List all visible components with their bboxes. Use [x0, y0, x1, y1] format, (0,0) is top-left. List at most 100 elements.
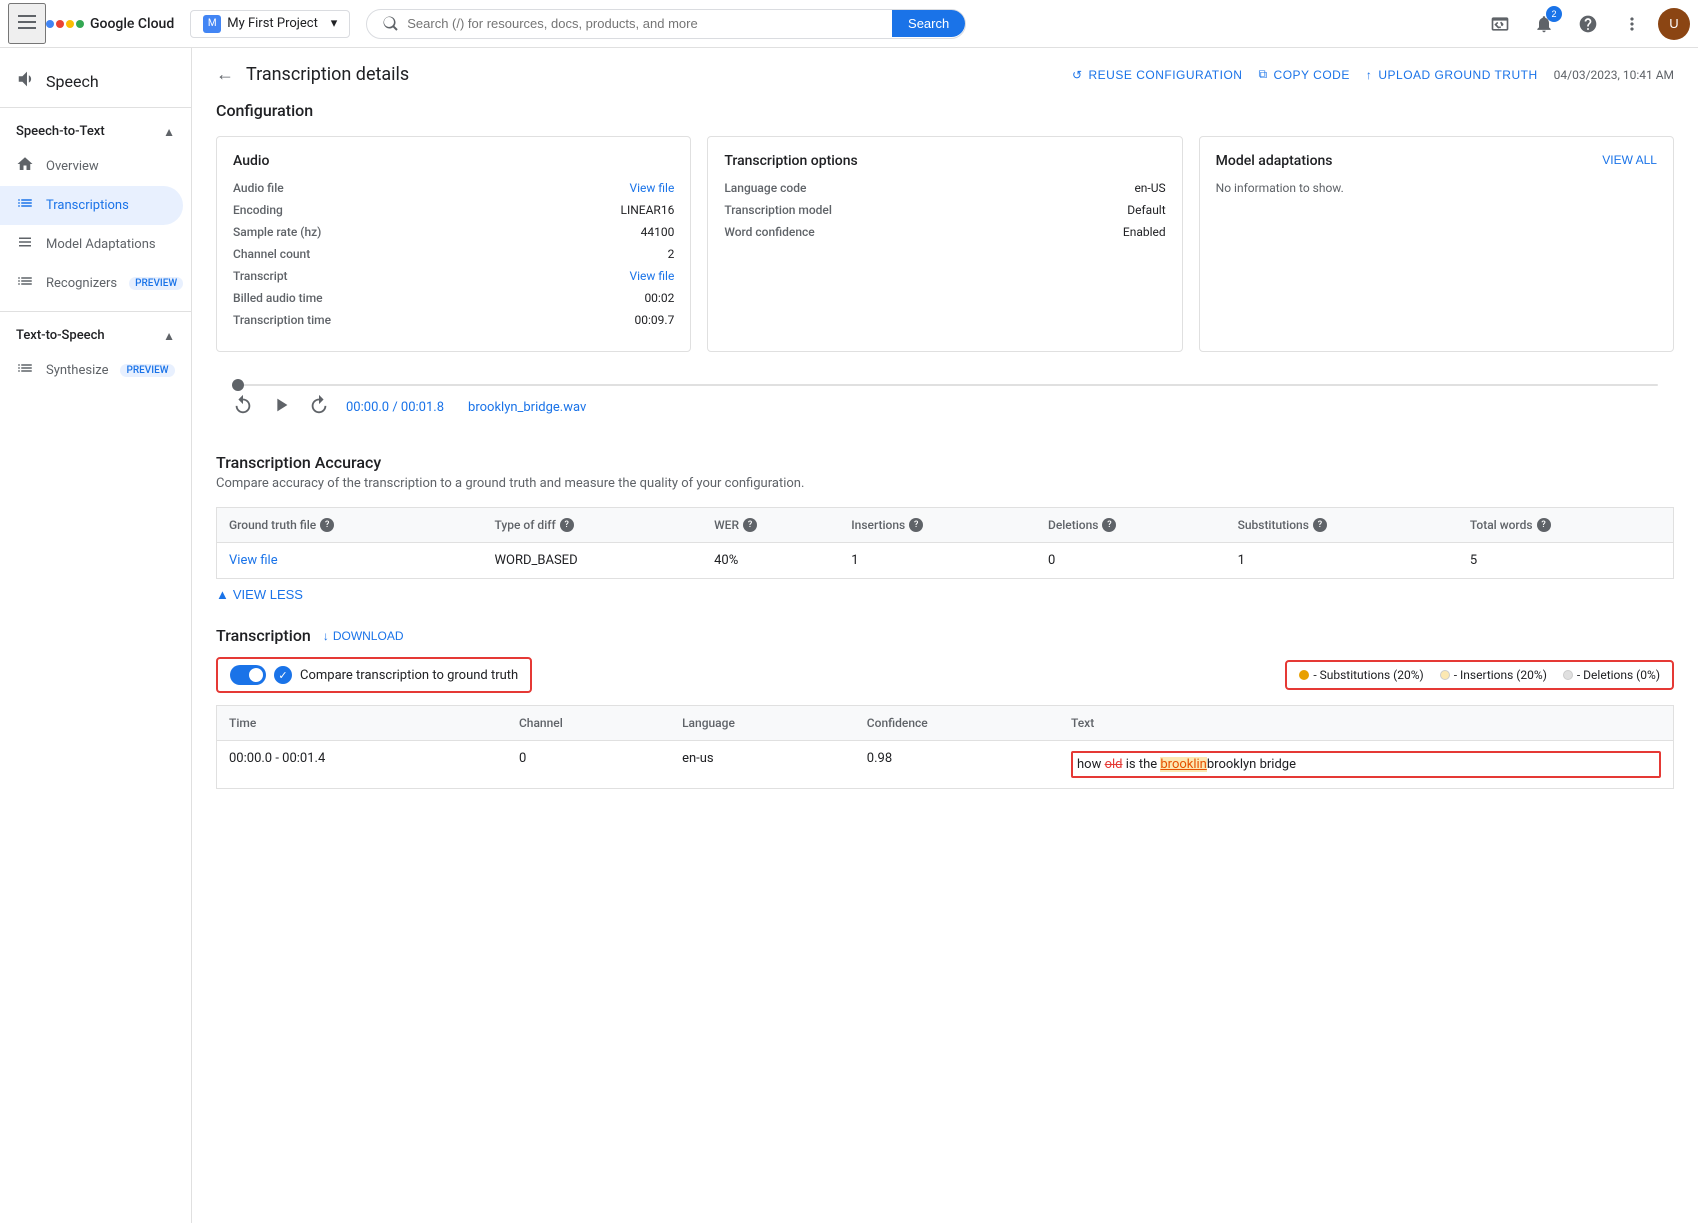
- th-channel: Channel: [507, 706, 670, 741]
- deletions-help-icon[interactable]: ?: [1102, 518, 1116, 532]
- accuracy-deletions: 0: [1036, 543, 1226, 579]
- project-selector[interactable]: M My First Project ▾: [190, 10, 350, 38]
- user-avatar[interactable]: U: [1658, 8, 1690, 40]
- text-to-speech-label: Text-to-Speech: [16, 328, 105, 343]
- tts-section-collapse-icon: ▲: [163, 329, 175, 343]
- transcript-label: Transcript: [233, 269, 288, 283]
- page-header: ← Transcription details ↺ REUSE CONFIGUR…: [216, 64, 1674, 85]
- compare-row: ✓ Compare transcription to ground truth …: [216, 657, 1674, 693]
- transcription-options-card: Transcription options Language code en-U…: [707, 136, 1182, 352]
- view-less-button[interactable]: ▲ VIEW LESS: [216, 587, 303, 602]
- view-all-button[interactable]: VIEW ALL: [1602, 153, 1657, 167]
- sidebar-app-name: Speech: [46, 72, 99, 91]
- rewind-button[interactable]: [232, 394, 254, 421]
- copy-code-btn[interactable]: ⧉ COPY CODE: [1258, 67, 1349, 82]
- play-button[interactable]: [270, 394, 292, 421]
- th-type-of-diff: Type of diff ?: [483, 508, 703, 543]
- ground-truth-help-icon[interactable]: ?: [320, 518, 334, 532]
- toggle-slider: [230, 665, 266, 685]
- view-less-icon: ▲: [216, 587, 229, 602]
- reuse-label: REUSE CONFIGURATION: [1089, 68, 1243, 82]
- search-icon: [383, 16, 399, 32]
- config-row-transcript: Transcript View file: [233, 269, 674, 283]
- google-cloud-logo: Google Cloud: [46, 16, 174, 32]
- row-channel: 0: [507, 741, 670, 789]
- text-brooklyn: brooklyn: [1207, 757, 1257, 772]
- total-words-help-icon[interactable]: ?: [1537, 518, 1551, 532]
- view-less-label: VIEW LESS: [233, 587, 303, 602]
- more-options-btn[interactable]: [1614, 6, 1650, 42]
- top-nav: Google Cloud M My First Project ▾ Search…: [0, 0, 1698, 48]
- transcriptions-icon: [16, 194, 34, 217]
- transcription-section: Transcription ↓ DOWNLOAD ✓ Compare trans…: [216, 626, 1674, 789]
- th-substitutions: Substitutions ?: [1226, 508, 1458, 543]
- download-icon: ↓: [323, 629, 329, 643]
- speech-to-text-section[interactable]: Speech-to-Text ▲: [0, 116, 191, 147]
- project-avatar: M: [203, 15, 221, 33]
- sidebar-item-recognizers[interactable]: Recognizers PREVIEW: [0, 264, 183, 303]
- accuracy-type-of-diff: WORD_BASED: [483, 543, 703, 579]
- config-row-model: Transcription model Default: [724, 203, 1165, 217]
- transcript-link[interactable]: View file: [629, 269, 674, 283]
- sidebar-item-transcriptions[interactable]: Transcriptions: [0, 186, 183, 225]
- notifications-btn[interactable]: 2: [1526, 6, 1562, 42]
- checkmark-icon: ✓: [274, 666, 292, 684]
- search-button[interactable]: Search: [892, 10, 965, 37]
- accuracy-total-words: 5: [1458, 543, 1674, 579]
- th-insertions: Insertions ?: [839, 508, 1036, 543]
- recognizers-icon: [16, 272, 34, 295]
- config-row-encoding: Encoding LINEAR16: [233, 203, 674, 217]
- encoding-label: Encoding: [233, 203, 283, 217]
- progress-thumb: [232, 379, 244, 391]
- download-label: DOWNLOAD: [333, 629, 404, 643]
- config-row-sample-rate: Sample rate (hz) 44100: [233, 225, 674, 239]
- text-to-speech-section[interactable]: Text-to-Speech ▲: [0, 320, 191, 351]
- compare-toggle[interactable]: [230, 665, 266, 685]
- config-row-transcription-time: Transcription time 00:09.7: [233, 313, 674, 327]
- audio-file-name[interactable]: brooklyn_bridge.wav: [468, 400, 586, 415]
- model-adaptations-card: VIEW ALL Model adaptations No informatio…: [1199, 136, 1674, 352]
- model-adaptations-icon: [16, 233, 34, 256]
- accuracy-insertions: 1: [839, 543, 1036, 579]
- upload-ground-truth-btn[interactable]: ↑ UPLOAD GROUND TRUTH: [1366, 68, 1538, 82]
- text-old-strikethrough: old: [1105, 757, 1123, 772]
- audio-file-label: Audio file: [233, 181, 284, 195]
- sidebar-item-overview[interactable]: Overview: [0, 147, 183, 186]
- progress-bar-container[interactable]: [232, 384, 1658, 386]
- audio-file-link[interactable]: View file: [629, 181, 674, 195]
- home-icon: [16, 155, 34, 178]
- transcription-title: Transcription: [216, 626, 311, 645]
- terminal-icon-btn[interactable]: [1482, 6, 1518, 42]
- type-of-diff-help-icon[interactable]: ?: [560, 518, 574, 532]
- download-button[interactable]: ↓ DOWNLOAD: [323, 629, 404, 643]
- search-input[interactable]: [407, 16, 884, 31]
- upload-icon: ↑: [1366, 68, 1373, 82]
- substitutions-help-icon[interactable]: ?: [1313, 518, 1327, 532]
- reuse-icon: ↺: [1072, 68, 1083, 82]
- insertions-legend-label: - Insertions (20%): [1454, 668, 1547, 682]
- reuse-configuration-btn[interactable]: ↺ REUSE CONFIGURATION: [1072, 68, 1243, 82]
- transcription-time-label: Transcription time: [233, 313, 331, 327]
- project-name: My First Project: [227, 16, 318, 31]
- config-row-audio-file: Audio file View file: [233, 181, 674, 195]
- accuracy-ground-file: View file: [217, 543, 483, 579]
- help-btn[interactable]: [1570, 6, 1606, 42]
- forward-button[interactable]: [308, 394, 330, 421]
- progress-track: [232, 384, 1658, 386]
- transcription-model-value: Default: [1127, 203, 1165, 217]
- wer-help-icon[interactable]: ?: [743, 518, 757, 532]
- sidebar-item-label-model-adaptations: Model Adaptations: [46, 237, 156, 252]
- view-file-link[interactable]: View file: [229, 553, 278, 568]
- word-confidence-value: Enabled: [1123, 225, 1166, 239]
- back-button[interactable]: ←: [216, 64, 234, 85]
- no-info-text: No information to show.: [1216, 181, 1344, 195]
- chevron-down-icon: ▾: [331, 16, 338, 31]
- sidebar-item-synthesize[interactable]: Synthesize PREVIEW: [0, 351, 183, 390]
- transcription-options-title: Transcription options: [724, 153, 1165, 169]
- sidebar-item-model-adaptations[interactable]: Model Adaptations: [0, 225, 183, 264]
- th-wer: WER ?: [702, 508, 839, 543]
- insertions-help-icon[interactable]: ?: [909, 518, 923, 532]
- transcription-header: Transcription ↓ DOWNLOAD: [216, 626, 1674, 645]
- hamburger-menu[interactable]: [8, 3, 46, 44]
- compare-label: Compare transcription to ground truth: [300, 668, 518, 683]
